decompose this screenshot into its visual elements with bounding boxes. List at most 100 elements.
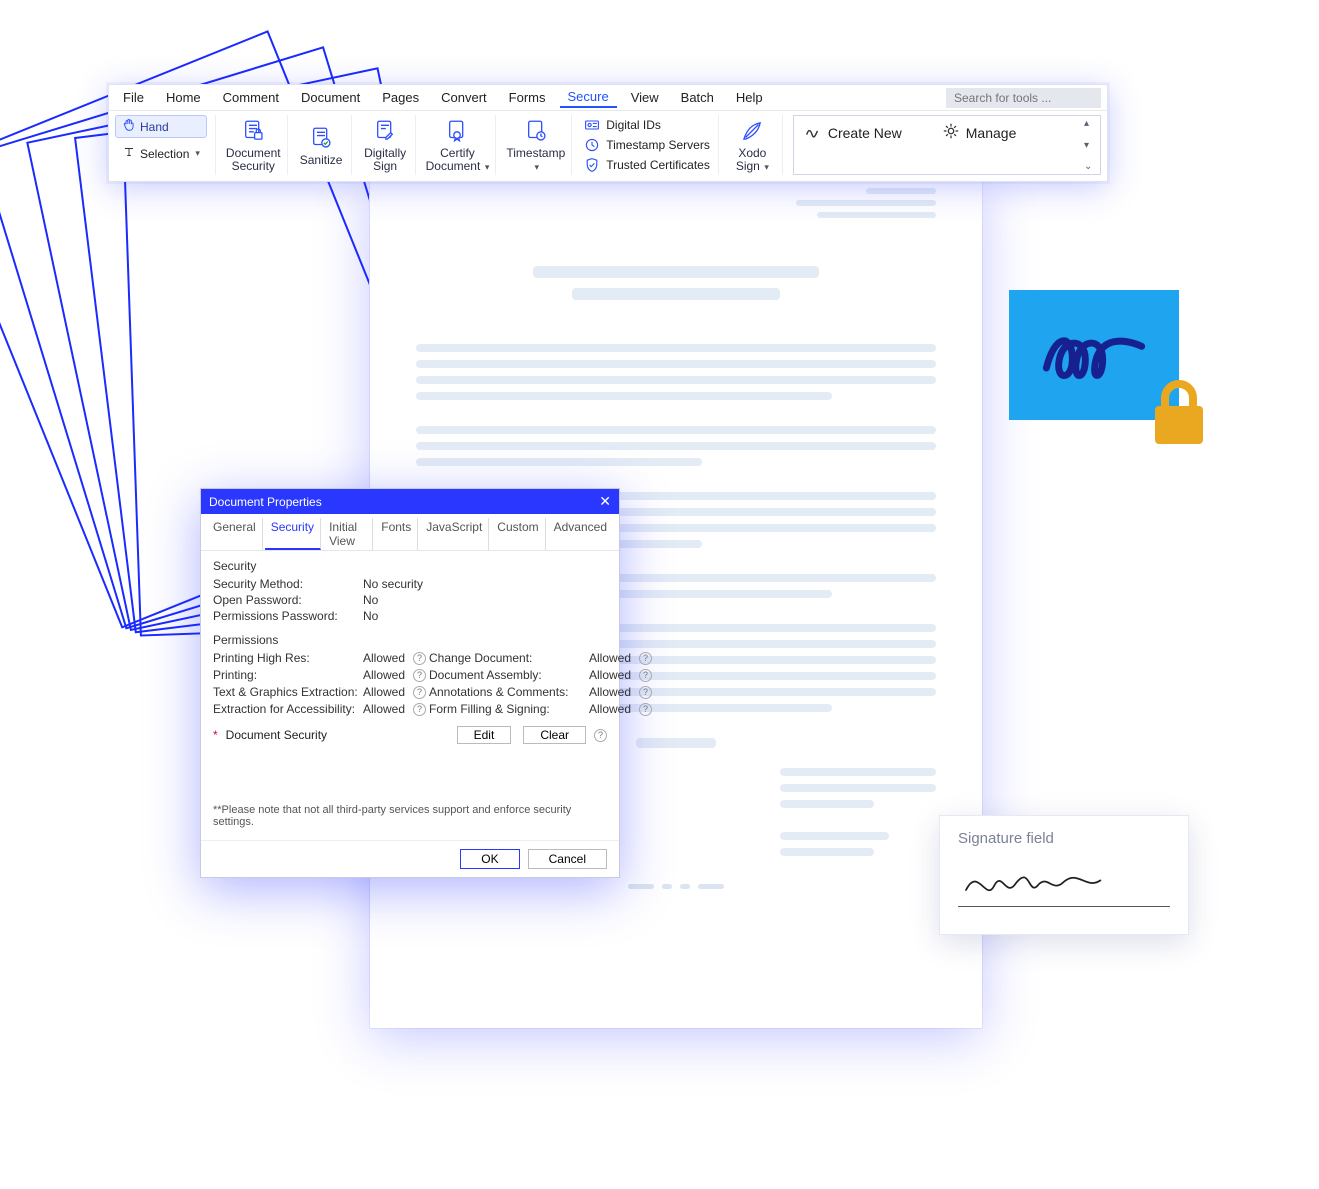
- id-card-icon: [584, 117, 600, 133]
- chevron-down-icon: ▾: [762, 162, 769, 172]
- menu-help[interactable]: Help: [728, 88, 771, 107]
- app-ribbon: File Home Comment Document Pages Convert…: [108, 84, 1108, 182]
- timestamp-button[interactable]: Timestamp▾: [500, 115, 572, 175]
- create-new-signature-button[interactable]: Create New: [804, 122, 902, 143]
- hand-tool-label: Hand: [140, 120, 169, 134]
- trusted-certificates-button[interactable]: Trusted Certificates: [584, 157, 710, 173]
- scroll-down-icon: ▾: [1084, 140, 1098, 151]
- perm-value: Allowed: [589, 685, 639, 699]
- shield-check-icon: [584, 157, 600, 173]
- security-note: **Please note that not all third-party s…: [213, 804, 607, 828]
- help-icon[interactable]: ?: [413, 703, 426, 716]
- timestamp-servers-button[interactable]: Timestamp Servers: [584, 137, 710, 153]
- permissions-grid: Printing High Res:Allowed? Change Docume…: [213, 651, 607, 716]
- doc-security-label: Document Security: [226, 728, 327, 742]
- perm-value: Allowed: [363, 668, 413, 682]
- signature-field-card: Signature field: [939, 815, 1189, 935]
- dialog-titlebar[interactable]: Document Properties ✕: [201, 489, 619, 514]
- menu-forms[interactable]: Forms: [501, 88, 554, 107]
- perm-value: Allowed: [589, 702, 639, 716]
- menu-file[interactable]: File: [115, 88, 152, 107]
- help-icon[interactable]: ?: [639, 652, 652, 665]
- text-select-icon: [122, 145, 136, 162]
- hand-icon: [122, 118, 136, 135]
- perm-value: Allowed: [363, 651, 413, 665]
- perm-label: Printing High Res:: [213, 651, 363, 665]
- menu-home[interactable]: Home: [158, 88, 209, 107]
- perm-label: Change Document:: [429, 651, 589, 665]
- tab-javascript[interactable]: JavaScript: [420, 518, 489, 550]
- open-password-value: No: [363, 593, 378, 607]
- xodo-sign-button[interactable]: Xodo Sign ▾: [723, 115, 783, 175]
- perm-label: Annotations & Comments:: [429, 685, 589, 699]
- dialog-tabs: General Security Initial View Fonts Java…: [201, 514, 619, 551]
- signature-list-panel: Create New Manage ▴ ▾ ⌄: [793, 115, 1101, 175]
- panel-scrollbar[interactable]: ▴ ▾ ⌄: [1084, 118, 1098, 172]
- digital-ids-button[interactable]: Digital IDs: [584, 117, 710, 133]
- menu-bar: File Home Comment Document Pages Convert…: [109, 85, 1107, 111]
- ok-button[interactable]: OK: [460, 849, 519, 869]
- gear-icon: [942, 122, 960, 143]
- digitally-sign-button[interactable]: Digitally Sign: [356, 115, 416, 175]
- tab-initial-view[interactable]: Initial View: [323, 518, 373, 550]
- secure-toolbar: Hand Selection ▾ Document Security Sanit…: [109, 111, 1107, 181]
- perm-value: Allowed: [363, 702, 413, 716]
- perm-value: Allowed: [589, 651, 639, 665]
- document-security-label: Document Security: [226, 147, 281, 173]
- trusted-certificates-label: Trusted Certificates: [606, 158, 710, 172]
- clock-server-icon: [584, 137, 600, 153]
- menu-comment[interactable]: Comment: [215, 88, 287, 107]
- certify-document-label: Certify Document ▾: [426, 147, 490, 173]
- permissions-heading: Permissions: [213, 633, 607, 647]
- hand-tool[interactable]: Hand: [115, 115, 207, 138]
- tab-custom[interactable]: Custom: [491, 518, 545, 550]
- certify-document-button[interactable]: Certify Document ▾: [420, 115, 497, 175]
- sanitize-button[interactable]: Sanitize: [292, 115, 352, 175]
- security-heading: Security: [213, 559, 607, 573]
- menu-batch[interactable]: Batch: [673, 88, 722, 107]
- digitally-sign-label: Digitally Sign: [364, 147, 406, 173]
- create-new-label: Create New: [828, 125, 902, 141]
- close-icon[interactable]: ✕: [599, 493, 611, 510]
- menu-pages[interactable]: Pages: [374, 88, 427, 107]
- signature-field-label: Signature field: [958, 830, 1170, 847]
- tab-security[interactable]: Security: [265, 518, 321, 550]
- tab-advanced[interactable]: Advanced: [548, 518, 613, 550]
- permissions-password-value: No: [363, 609, 378, 623]
- selection-tool[interactable]: Selection ▾: [115, 142, 207, 165]
- cancel-button[interactable]: Cancel: [528, 849, 607, 869]
- manage-label: Manage: [966, 125, 1017, 141]
- xodo-sign-label: Xodo Sign ▾: [736, 147, 769, 173]
- help-icon[interactable]: ?: [413, 686, 426, 699]
- tab-general[interactable]: General: [207, 518, 263, 550]
- lock-icon: [1147, 378, 1211, 448]
- feather-icon: [738, 117, 766, 145]
- security-method-value: No security: [363, 577, 423, 591]
- document-pen-icon: [371, 117, 399, 145]
- menu-convert[interactable]: Convert: [433, 88, 495, 107]
- help-icon[interactable]: ?: [413, 652, 426, 665]
- document-security-button[interactable]: Document Security: [220, 115, 288, 175]
- signature-scribble-icon: [958, 857, 1118, 907]
- perm-label: Printing:: [213, 668, 363, 682]
- menu-secure[interactable]: Secure: [560, 87, 617, 108]
- menu-view[interactable]: View: [623, 88, 667, 107]
- help-icon[interactable]: ?: [639, 686, 652, 699]
- help-icon[interactable]: ?: [639, 703, 652, 716]
- menu-document[interactable]: Document: [293, 88, 368, 107]
- help-icon[interactable]: ?: [594, 729, 607, 742]
- perm-value: Allowed: [589, 668, 639, 682]
- manage-signatures-button[interactable]: Manage: [942, 122, 1017, 143]
- expand-icon: ⌄: [1084, 161, 1098, 172]
- clear-button[interactable]: Clear: [523, 726, 586, 744]
- help-icon[interactable]: ?: [413, 669, 426, 682]
- edit-button[interactable]: Edit: [457, 726, 512, 744]
- sanitize-label: Sanitize: [300, 154, 343, 167]
- document-clock-icon: [522, 117, 550, 145]
- chevron-down-icon: ▾: [482, 162, 489, 172]
- selection-tool-label: Selection: [140, 147, 189, 161]
- search-tools-input[interactable]: [946, 88, 1101, 108]
- tab-fonts[interactable]: Fonts: [375, 518, 418, 550]
- help-icon[interactable]: ?: [639, 669, 652, 682]
- open-password-label: Open Password:: [213, 593, 363, 607]
